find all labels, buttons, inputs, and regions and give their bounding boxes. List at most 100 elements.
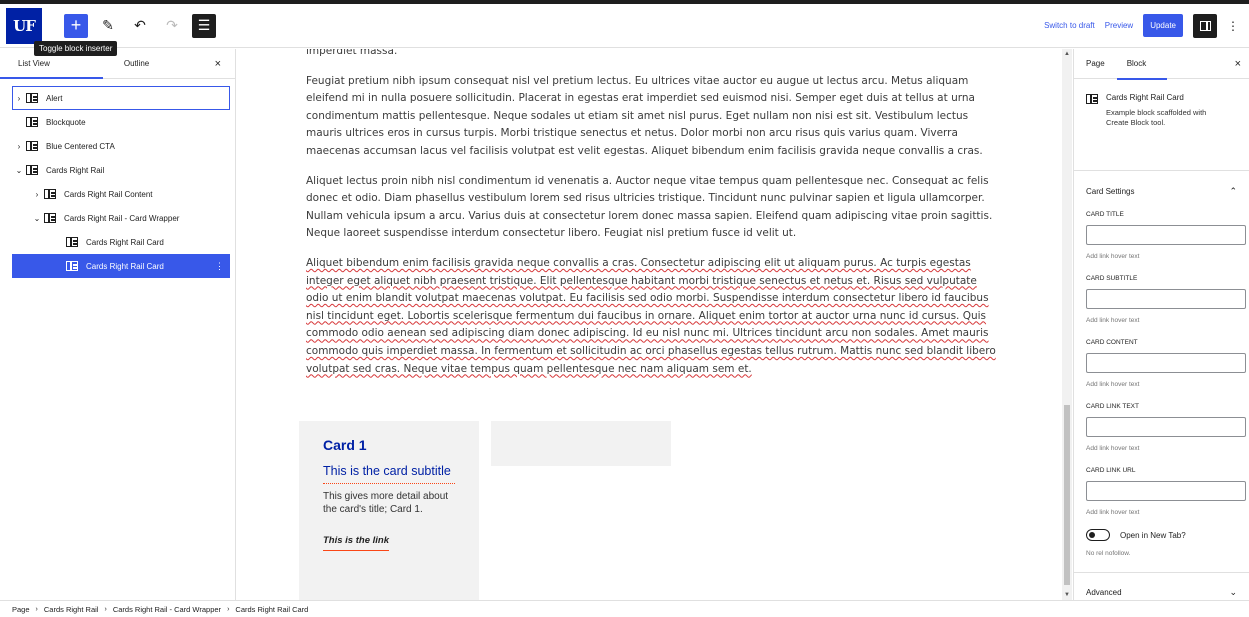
chevron-right-icon: ›	[35, 605, 38, 613]
tooltip: Toggle block inserter	[34, 41, 118, 56]
block-icon	[26, 164, 38, 175]
list-item[interactable]: › Blue Centered CTA	[12, 134, 230, 158]
preview-button[interactable]: Preview	[1105, 21, 1133, 30]
canvas-scrollbar[interactable]: ▲ ▼	[1062, 49, 1072, 600]
block-card: Cards Right Rail Card Example block scaf…	[1074, 79, 1249, 171]
list-view-icon[interactable]: ☰	[192, 13, 216, 38]
list-item-label: Cards Right Rail Content	[64, 189, 153, 199]
list-item-label: Alert	[46, 93, 63, 103]
card-title: Card 1	[323, 437, 367, 453]
logo-text: UF	[13, 16, 36, 35]
chevron-right-icon[interactable]: ›	[12, 142, 26, 151]
header-actions: Switch to draft Preview Update ⋮	[1044, 13, 1249, 38]
nofollow-note: No rel nofollow.	[1086, 550, 1131, 557]
block-icon	[26, 116, 38, 127]
block-icon	[26, 92, 38, 103]
field-label: CARD CONTENT	[1086, 339, 1138, 346]
card-link[interactable]: This is the link	[323, 535, 389, 551]
settings-sidebar: Page Block × Cards Right Rail Card Examp…	[1073, 49, 1249, 600]
undo-icon[interactable]: ↶	[128, 14, 152, 38]
field-help: Add link hover text	[1086, 509, 1140, 516]
breadcrumb-item[interactable]: Page	[12, 605, 30, 614]
chevron-right-icon: ›	[104, 605, 107, 613]
list-item[interactable]: Blockquote	[12, 110, 230, 134]
breadcrumb-item[interactable]: Cards Right Rail Card	[235, 605, 308, 614]
list-item-selected[interactable]: Cards Right Rail Card ⋮	[12, 254, 230, 278]
paragraph-block[interactable]: Aliquet bibendum enim facilisis gravida …	[306, 255, 996, 378]
editor-header: UF + ✎ ↶ ↷ ☰ Switch to draft Preview Upd…	[0, 4, 1249, 48]
site-logo[interactable]: UF	[6, 7, 42, 44]
paragraph-block[interactable]: imperdiet massa.	[306, 49, 996, 61]
card-settings-panel-toggle[interactable]: Card Settings ⌃	[1074, 171, 1249, 211]
list-item-label: Blockquote	[46, 117, 86, 127]
chevron-right-icon[interactable]: ›	[30, 190, 44, 199]
add-icon[interactable]: +	[64, 13, 88, 38]
block-tree: › Alert Blockquote › Blue Centered CTA ⌄…	[0, 79, 235, 278]
block-icon	[44, 212, 56, 223]
kebab-icon[interactable]: ⋮	[1227, 19, 1239, 33]
options-icon[interactable]: ⋮	[215, 261, 224, 272]
list-item[interactable]: Cards Right Rail Card	[12, 230, 230, 254]
list-item[interactable]: ⌄ Cards Right Rail - Card Wrapper	[12, 206, 230, 230]
toggle-label: Open in New Tab?	[1120, 530, 1186, 540]
update-button[interactable]: Update	[1143, 14, 1183, 37]
breadcrumb: Page › Cards Right Rail › Cards Right Ra…	[0, 600, 1249, 617]
breadcrumb-item[interactable]: Cards Right Rail - Card Wrapper	[113, 605, 221, 614]
card-content-input[interactable]	[1086, 353, 1246, 373]
close-icon[interactable]: ×	[1235, 58, 1241, 70]
field-help: Add link hover text	[1086, 317, 1140, 324]
chevron-up-icon[interactable]: ⌃	[1229, 186, 1237, 197]
card-link-text-input[interactable]	[1086, 417, 1246, 437]
card-content: This gives more detail about the card's …	[323, 491, 449, 515]
card-subtitle: This is the card subtitle	[323, 461, 455, 484]
chevron-down-icon[interactable]: ⌄	[30, 214, 44, 223]
block-icon	[66, 236, 78, 247]
new-tab-toggle[interactable]	[1086, 529, 1110, 541]
paragraph-block[interactable]: Aliquet lectus proin nibh nisl condiment…	[306, 173, 996, 243]
list-item[interactable]: › Alert	[12, 86, 230, 110]
field-label: CARD SUBTITLE	[1086, 275, 1138, 282]
card-subtitle-input[interactable]	[1086, 289, 1246, 309]
card-block-empty[interactable]	[491, 421, 671, 466]
list-view-panel: List View Outline × › Alert Blockquote ›…	[0, 49, 236, 600]
sidebar-icon[interactable]	[1193, 13, 1217, 38]
scroll-thumb[interactable]	[1064, 405, 1070, 585]
card-block[interactable]: Card 1 This is the card subtitle This gi…	[299, 421, 479, 600]
close-icon[interactable]: ×	[215, 58, 221, 70]
field-help: Add link hover text	[1086, 381, 1140, 388]
block-title: Cards Right Rail Card	[1106, 93, 1184, 102]
pencil-icon[interactable]: ✎	[96, 14, 120, 38]
card-title-input[interactable]	[1086, 225, 1246, 245]
field-label: CARD TITLE	[1086, 211, 1124, 218]
list-item[interactable]: ⌄ Cards Right Rail	[12, 158, 230, 182]
tab-block[interactable]: Block	[1116, 49, 1166, 80]
switch-to-draft-button[interactable]: Switch to draft	[1044, 21, 1095, 30]
panel-title: Card Settings	[1086, 186, 1135, 196]
field-help: Add link hover text	[1086, 253, 1140, 260]
list-item-label: Cards Right Rail - Card Wrapper	[64, 213, 180, 223]
chevron-right-icon[interactable]: ›	[12, 94, 26, 103]
list-item-label: Cards Right Rail Card	[86, 237, 164, 247]
block-icon	[26, 140, 38, 151]
list-item-label: Cards Right Rail	[46, 165, 105, 175]
list-item-label: Blue Centered CTA	[46, 141, 115, 151]
scroll-up-icon[interactable]: ▲	[1064, 51, 1070, 57]
paragraph-block[interactable]: Feugiat pretium nibh ipsum consequat nis…	[306, 73, 996, 161]
chevron-down-icon[interactable]: ⌄	[1229, 587, 1237, 598]
block-icon	[1086, 93, 1098, 104]
breadcrumb-item[interactable]: Cards Right Rail	[44, 605, 99, 614]
redo-icon[interactable]: ↷	[160, 14, 184, 38]
list-item[interactable]: › Cards Right Rail Content	[12, 182, 230, 206]
tab-page[interactable]: Page	[1086, 49, 1105, 79]
settings-tabs: Page Block ×	[1074, 49, 1249, 80]
card-link-url-input[interactable]	[1086, 481, 1246, 501]
scroll-down-icon[interactable]: ▼	[1064, 592, 1070, 598]
editor-canvas: imperdiet massa. Feugiat pretium nibh ip…	[237, 49, 1062, 600]
chevron-down-icon[interactable]: ⌄	[12, 166, 26, 175]
field-label: CARD LINK URL	[1086, 467, 1136, 474]
chevron-right-icon: ›	[227, 605, 230, 613]
block-icon	[66, 260, 78, 271]
post-content: imperdiet massa. Feugiat pretium nibh ip…	[306, 49, 996, 390]
field-label: CARD LINK TEXT	[1086, 403, 1139, 410]
block-icon	[44, 188, 56, 199]
